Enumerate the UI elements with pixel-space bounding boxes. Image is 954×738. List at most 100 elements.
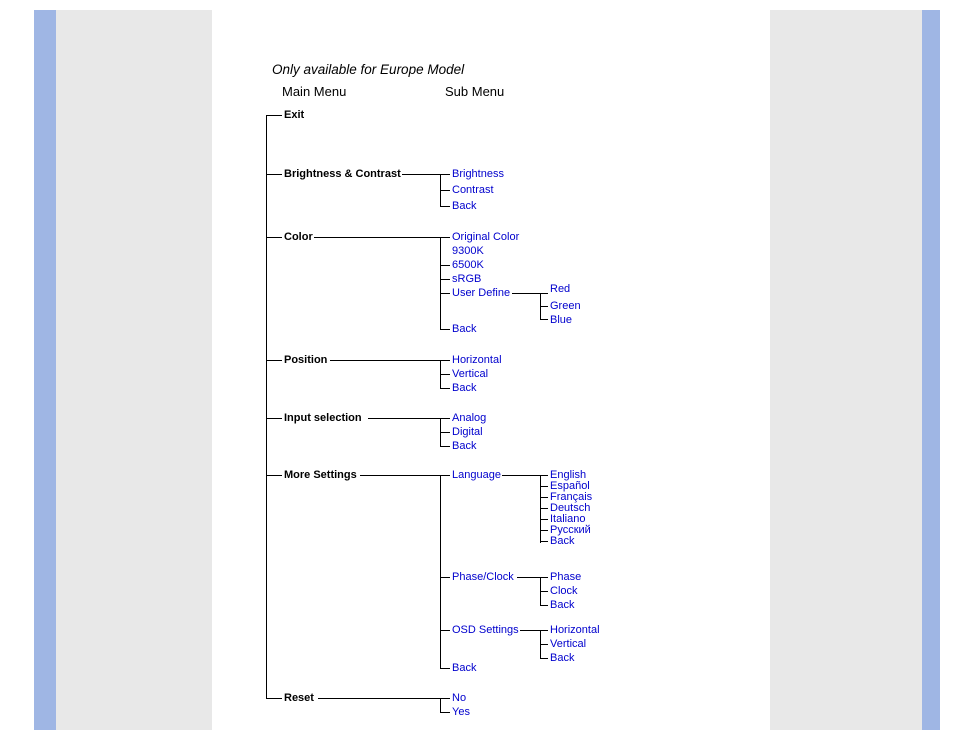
right-gray-stripe <box>770 10 922 730</box>
tick-pc-back <box>540 605 548 606</box>
hline-phaseclock <box>517 577 540 578</box>
sub-more-phaseclock: Phase/Clock <box>452 571 514 583</box>
tick-ud-blue <box>540 319 548 320</box>
tick-lang-it <box>540 519 548 520</box>
sub-spine-reset <box>440 698 441 713</box>
hline-color <box>314 237 440 238</box>
tick-bc-back <box>440 206 450 207</box>
sub-more-back: Back <box>452 662 476 674</box>
sub-position-horizontal: Horizontal <box>452 354 502 366</box>
tick-ud-red <box>540 293 548 294</box>
tick-pc-phase <box>540 577 548 578</box>
sub-color-srgb: sRGB <box>452 273 481 285</box>
hline-bc <box>402 174 440 175</box>
tick-lang-es <box>540 486 548 487</box>
tick-color-6500k <box>440 265 450 266</box>
main-item-more-settings: More Settings <box>284 469 357 481</box>
tick-input-analog <box>440 418 450 419</box>
header-main-menu: Main Menu <box>282 84 346 99</box>
sub-color-user-blue: Blue <box>550 314 572 326</box>
sub-reset-yes: Yes <box>452 706 470 718</box>
sub-language-back: Back <box>550 535 574 547</box>
sub-phaseclock-phase: Phase <box>550 571 581 583</box>
tick-color <box>266 237 282 238</box>
sub-more-language: Language <box>452 469 501 481</box>
tick-reset-yes <box>440 712 450 713</box>
hline-input <box>368 418 440 419</box>
tick-lang-fr <box>540 497 548 498</box>
sub-osd-horizontal: Horizontal <box>550 624 600 636</box>
sub-spine-color <box>440 237 441 330</box>
tick-reset-no <box>440 698 450 699</box>
sub-phaseclock-clock: Clock <box>550 585 578 597</box>
tick-pos-v <box>440 374 450 375</box>
main-spine <box>266 115 267 698</box>
hline-osd <box>520 630 540 631</box>
left-blue-stripe <box>34 10 56 730</box>
tick-bc-brightness <box>440 174 450 175</box>
left-gray-stripe <box>56 10 212 730</box>
tick-more-phaseclock <box>440 577 450 578</box>
tick-more-osd <box>440 630 450 631</box>
hline-language <box>502 475 540 476</box>
tick-input <box>266 418 282 419</box>
sub-input-back: Back <box>452 440 476 452</box>
header-sub-menu: Sub Menu <box>445 84 504 99</box>
main-item-position: Position <box>284 354 327 366</box>
tick-lang-de <box>540 508 548 509</box>
sub-osd-back: Back <box>550 652 574 664</box>
main-item-color: Color <box>284 231 313 243</box>
tick-more-back <box>440 668 450 669</box>
tick-lang-ru <box>540 530 548 531</box>
sub-color-user-green: Green <box>550 300 581 312</box>
sub-position-vertical: Vertical <box>452 368 488 380</box>
sub-color-9300k: 9300K <box>452 245 484 257</box>
main-item-input-selection: Input selection <box>284 412 362 424</box>
sub-phaseclock-back: Back <box>550 599 574 611</box>
tick-input-digital <box>440 432 450 433</box>
hline-reset <box>318 698 440 699</box>
tick-pos-back <box>440 388 450 389</box>
tick-bc-contrast <box>440 190 450 191</box>
tick-lang-en <box>540 475 548 476</box>
tick-reset <box>266 698 282 699</box>
sub-color-6500k: 6500K <box>452 259 484 271</box>
tick-lang-back <box>540 541 548 542</box>
tick-osd-v <box>540 644 548 645</box>
tick-more-language <box>440 475 450 476</box>
tick-pc-clock <box>540 591 548 592</box>
tick-color-userdefine <box>440 293 450 294</box>
tick-more <box>266 475 282 476</box>
sub-spine-more <box>440 475 441 669</box>
main-item-exit: Exit <box>284 109 304 121</box>
sub-bc-back: Back <box>452 200 476 212</box>
sub-input-digital: Digital <box>452 426 483 438</box>
sub-osd-vertical: Vertical <box>550 638 586 650</box>
tick-exit <box>266 115 282 116</box>
tick-pos-h <box>440 360 450 361</box>
tick-osd-h <box>540 630 548 631</box>
sub-input-analog: Analog <box>452 412 486 424</box>
tick-color-original <box>440 237 450 238</box>
tick-bc <box>266 174 282 175</box>
sub-color-userdefine: User Define <box>452 287 510 299</box>
tick-position <box>266 360 282 361</box>
sub-color-back: Back <box>452 323 476 335</box>
main-item-brightness-contrast: Brightness & Contrast <box>284 168 401 180</box>
right-blue-stripe <box>922 10 940 730</box>
sub-position-back: Back <box>452 382 476 394</box>
sub-bc-contrast: Contrast <box>452 184 494 196</box>
tick-osd-back <box>540 658 548 659</box>
sub-reset-no: No <box>452 692 466 704</box>
tick-ud-green <box>540 306 548 307</box>
main-item-reset: Reset <box>284 692 314 704</box>
hline-userdefine <box>512 293 540 294</box>
sub-color-original: Original Color <box>452 231 519 243</box>
sub-more-osd: OSD Settings <box>452 624 519 636</box>
hline-more <box>360 475 440 476</box>
tick-input-back <box>440 446 450 447</box>
tick-color-srgb <box>440 279 450 280</box>
diagram-title: Only available for Europe Model <box>272 62 464 77</box>
sub-color-user-red: Red <box>550 283 570 295</box>
hline-position <box>330 360 440 361</box>
